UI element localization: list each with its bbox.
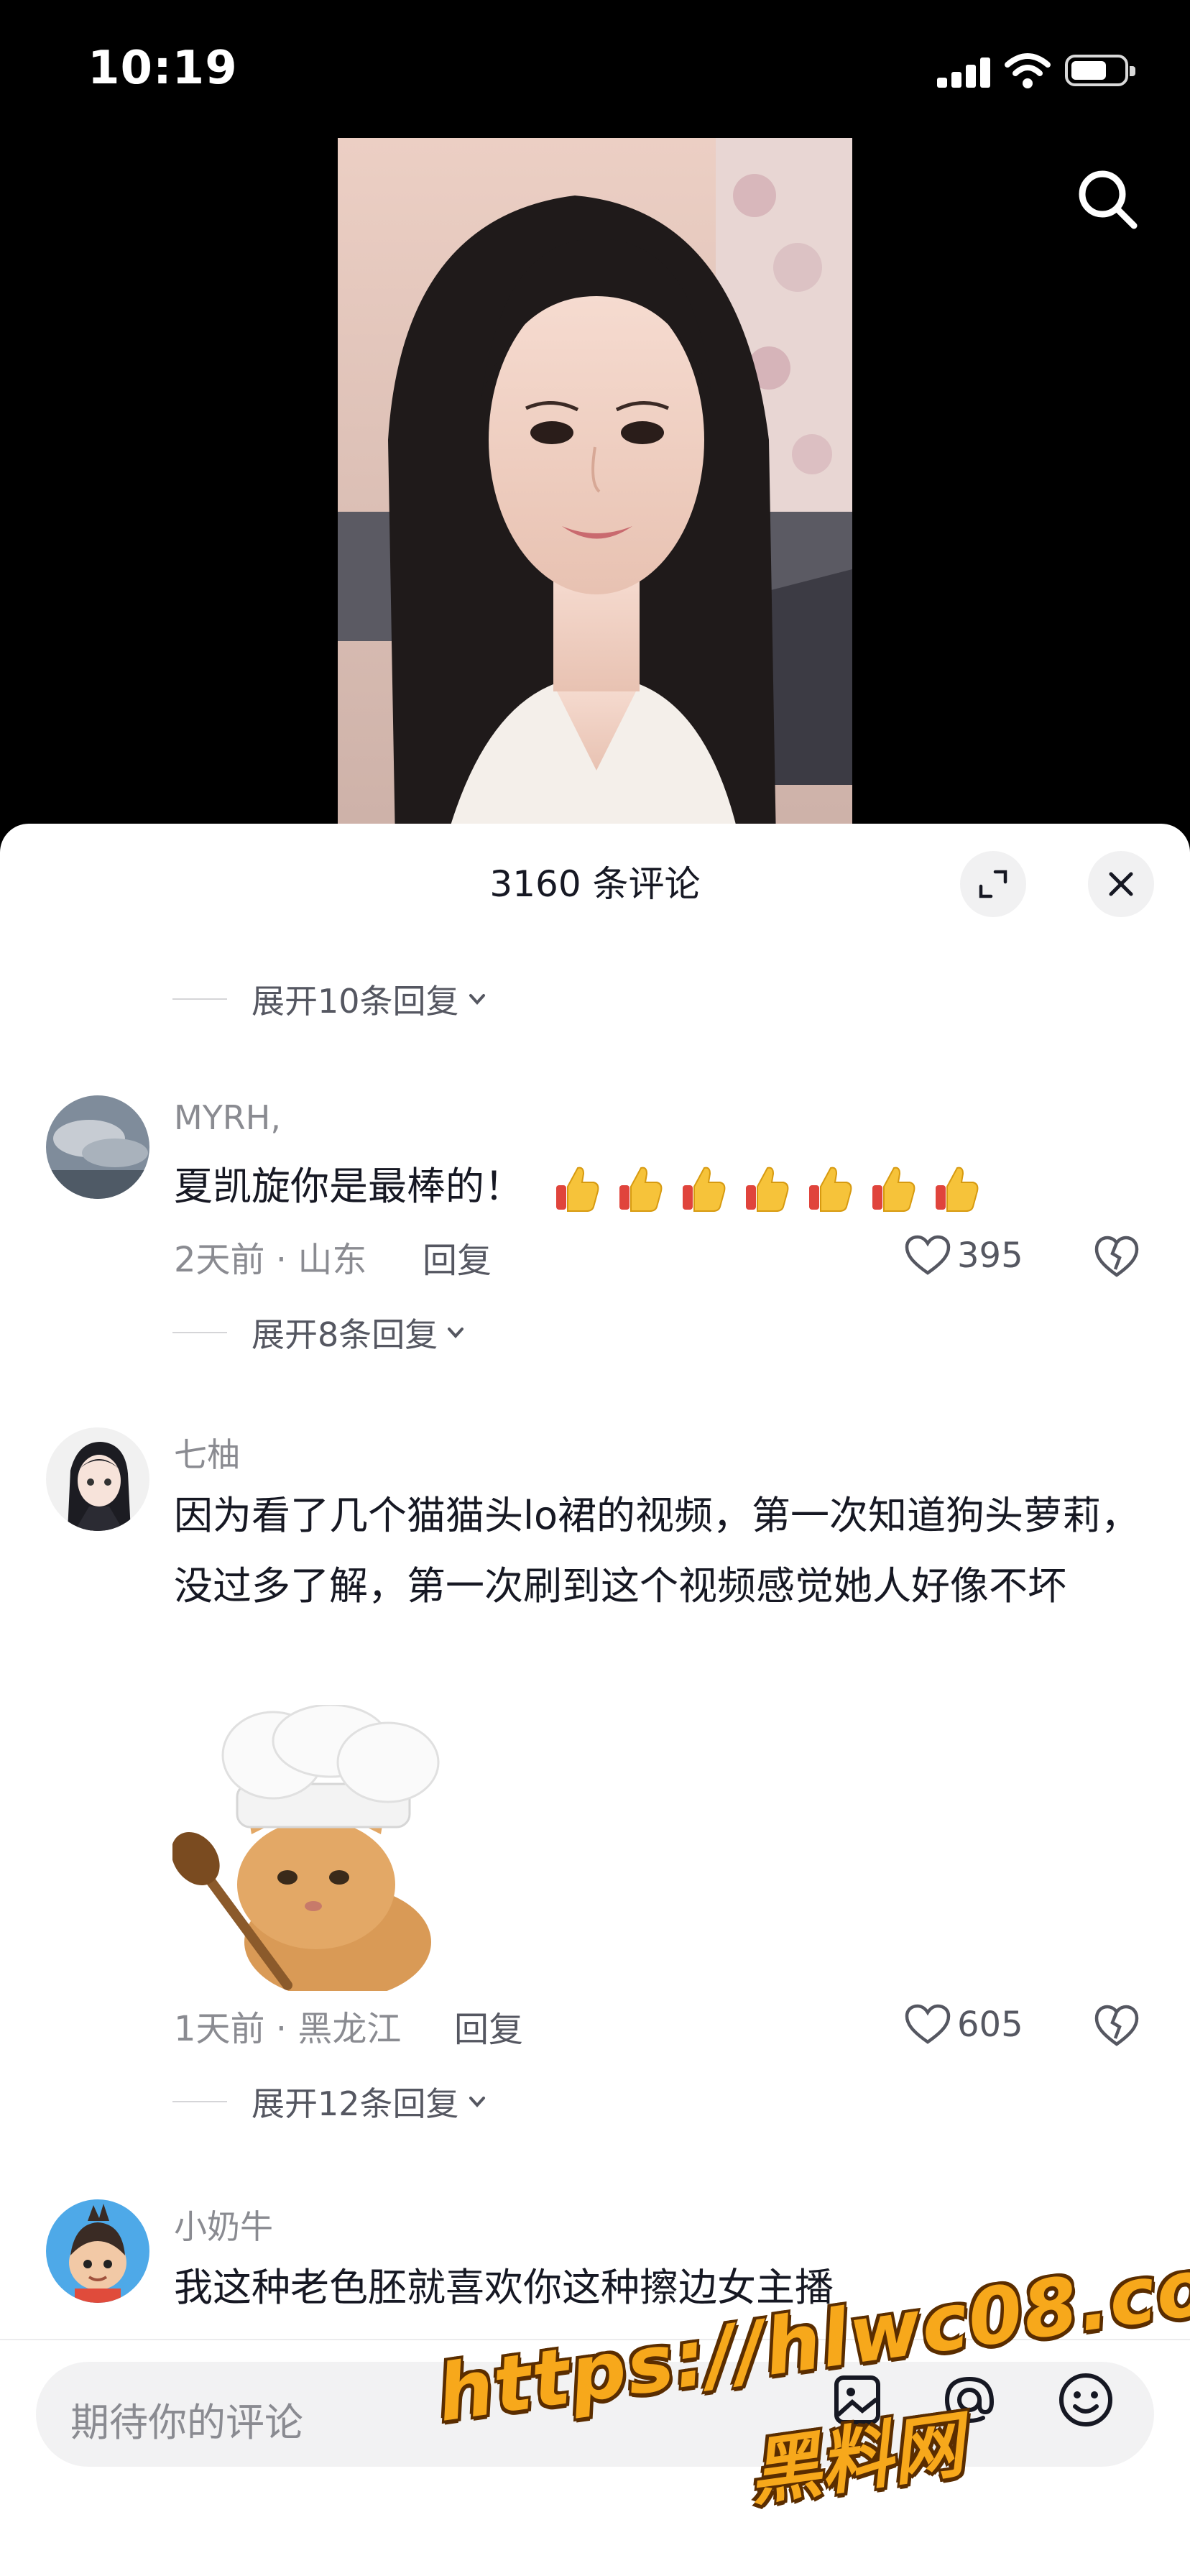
divider [172,1332,227,1333]
expand-replies-button[interactable]: 展开12条回复 [172,2080,489,2123]
avatar[interactable] [46,1427,149,1531]
thumbs-up-icon [619,1167,663,1213]
thumbs-up-emoji-group [553,1164,980,1214]
cellular-signal-icon [937,58,992,88]
comments-sheet: 3160 条评论 展开10条回复 MYRH, 夏凯旋你是最棒的！ 2天前 · 山… [0,824,1190,2576]
expand-panel-button[interactable] [960,851,1026,917]
chevron-down-icon [469,2097,485,2107]
comment-username[interactable]: MYRH, [174,1098,281,1137]
dislike-icon[interactable] [1094,2002,1140,2048]
avatar[interactable] [46,2199,149,2303]
chevron-down-icon [448,1328,464,1338]
divider [172,998,227,1000]
thumbs-up-icon [556,1167,599,1213]
thumbs-up-icon [809,1167,852,1213]
dislike-icon[interactable] [1094,1233,1140,1279]
thumbs-up-icon [872,1167,915,1213]
search-icon[interactable] [1072,164,1144,236]
comment-username[interactable]: 小奶牛 [174,2201,273,2248]
like-count: 605 [957,2005,1023,2045]
expand-replies-label: 展开10条回复 [252,982,459,1021]
heart-icon [905,2004,951,2044]
like-button[interactable]: 605 [904,2000,1023,2050]
emoji-icon[interactable] [1053,2368,1118,2432]
reply-button[interactable]: 回复 [423,1232,492,1282]
close-button[interactable] [1088,851,1154,917]
reply-button[interactable]: 回复 [454,2001,523,2051]
comment-body: 因为看了几个猫猫头lo裙的视频，第一次知道狗头萝莉，没过多了解，第一次刷到这个视… [174,1493,1140,1609]
expand-replies-label: 展开8条回复 [252,1315,438,1354]
like-button[interactable]: 395 [904,1230,1023,1281]
at-icon[interactable] [937,2368,1002,2432]
comment-input-bar: 期待你的评论 [0,2339,1190,2576]
chevron-down-icon [469,994,485,1005]
video-thumbnail[interactable] [338,138,852,842]
divider [172,2101,227,2102]
wifi-icon [1005,53,1051,88]
close-icon [1109,872,1133,896]
comment-body: 夏凯旋你是最棒的！ [174,1164,523,1209]
comment-body: 我这种老色胚就喜欢你这种擦边女主播 [174,2265,834,2310]
comment-username[interactable]: 七柚 [174,1429,240,1476]
chef-cat-sticker[interactable] [171,1703,460,2000]
heart-icon [905,1235,951,1275]
comment-meta: 1天前 · 黑龙江 [174,2009,402,2049]
status-time: 10:19 [88,42,238,95]
avatar[interactable] [46,1095,149,1199]
like-count: 395 [957,1236,1023,1276]
battery-icon [1065,55,1135,86]
comment-input-placeholder: 期待你的评论 [70,2400,303,2445]
thumbs-up-icon [936,1167,979,1213]
expand-replies-button[interactable]: 展开8条回复 [172,1311,468,1354]
image-icon[interactable] [825,2368,890,2432]
expand-replies-label: 展开12条回复 [252,2084,459,2123]
expand-replies-button[interactable]: 展开10条回复 [172,978,489,1021]
thumbs-up-icon [746,1167,789,1213]
comment-meta: 2天前 · 山东 [174,1240,367,1280]
thumbs-up-icon [683,1167,726,1213]
comment-text: 夏凯旋你是最棒的！ [174,1151,1166,1222]
expand-icon [979,870,1007,898]
